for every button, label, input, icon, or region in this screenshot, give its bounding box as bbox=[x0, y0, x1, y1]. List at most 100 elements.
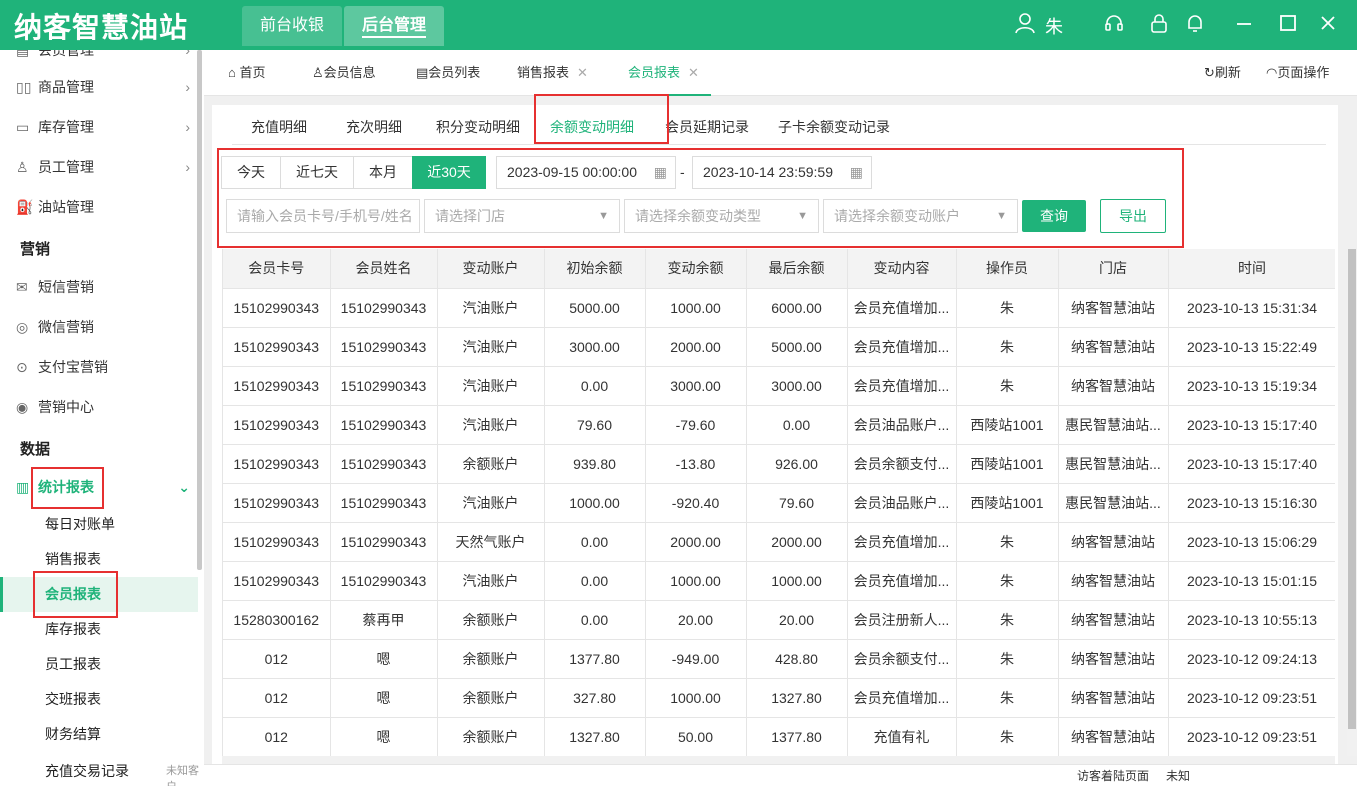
table-row[interactable]: 15280300162 蔡再甲 余额账户 0.00 20.00 20.00 会员注册新人..… bbox=[223, 600, 1335, 640]
table-vertical-scrollbar[interactable] bbox=[1347, 249, 1357, 756]
sidebar-sub-staff[interactable]: 员工报表 bbox=[0, 647, 198, 682]
table-row[interactable]: 15102990343 15102990343 汽油账户 5000.00 1000.00… bbox=[223, 288, 1335, 328]
table-cell: 3000.00 bbox=[645, 366, 747, 406]
table-row[interactable]: 012 嗯余额账户 327.80 1000.00 1327.80 会员充值增加... 朱纳客… bbox=[223, 678, 1335, 718]
sidebar-item-wechat[interactable]: ◎ 微信营销 bbox=[0, 307, 198, 347]
table-cell: 汽油账户 bbox=[437, 405, 545, 445]
sidebar-sub-shift[interactable]: 交班报表 bbox=[0, 682, 198, 717]
table-cell: 嗯 bbox=[330, 639, 438, 679]
sidebar-sub-daily[interactable]: 每日对账单 bbox=[0, 507, 198, 542]
chevron-right-icon: › bbox=[185, 119, 190, 135]
table-cell: 西陵站1001 bbox=[956, 483, 1059, 523]
page-tab-member-info[interactable]: ♙会员信息 bbox=[312, 50, 376, 96]
table-cell: 纳客智慧油站 bbox=[1058, 639, 1169, 679]
column-header: 变动余额 bbox=[645, 249, 747, 289]
table-cell: 朱 bbox=[956, 639, 1059, 679]
top-bar: 纳客智慧油站 前台收银 后台管理 朱 bbox=[0, 0, 1357, 50]
table-cell: 朱 bbox=[956, 717, 1059, 756]
headset-icon[interactable] bbox=[1103, 12, 1125, 39]
table-row[interactable]: 012 嗯余额账户 1327.80 50.00 1377.80 充值有礼朱纳客智慧油站 20… bbox=[223, 717, 1335, 756]
refresh-label: 刷新 bbox=[1214, 65, 1241, 80]
sidebar-item-station[interactable]: ⛽ 油站管理 bbox=[0, 187, 198, 227]
maximize-icon[interactable] bbox=[1278, 12, 1298, 39]
table-cell: 朱 bbox=[956, 366, 1059, 406]
table-cell: 012 bbox=[223, 678, 331, 718]
table-cell: 会员充值增加... bbox=[847, 288, 957, 328]
table-header-row: 会员卡号 会员姓名 变动账户 初始余额 变动余额 最后余额 变动内容 操作员 门店 时间 bbox=[223, 249, 1335, 289]
table-cell: 20.00 bbox=[645, 600, 747, 640]
highlight-member-report bbox=[33, 571, 118, 618]
table-cell: 会员油品账户... bbox=[847, 405, 957, 445]
table-cell: 汽油账户 bbox=[437, 288, 545, 328]
table-cell: 20.00 bbox=[746, 600, 848, 640]
page-tab-member-list[interactable]: ▤会员列表 bbox=[416, 50, 480, 96]
table-row[interactable]: 15102990343 15102990343 汽油账户 0.00 1000.00 100… bbox=[223, 561, 1335, 601]
table-cell: 2023-10-12 09:23:51 bbox=[1168, 678, 1335, 718]
sidebar-item-inventory[interactable]: ▭ 库存管理 › bbox=[0, 107, 198, 147]
table-row[interactable]: 15102990343 15102990343 汽油账户 0.00 3000.00 300… bbox=[223, 366, 1335, 406]
sidebar-item-goods[interactable]: ▯▯ 商品管理 › bbox=[0, 67, 198, 107]
page-ops-button[interactable]: ◠页面操作 bbox=[1266, 50, 1329, 96]
close-window-icon[interactable] bbox=[1318, 12, 1338, 39]
lock-icon[interactable] bbox=[1148, 12, 1170, 39]
table-cell: 5000.00 bbox=[544, 288, 646, 328]
subtab-times[interactable]: 充次明细 bbox=[346, 117, 402, 137]
table-row[interactable]: 15102990343 15102990343 余额账户 939.80 -13.80 92… bbox=[223, 444, 1335, 484]
sidebar-item-staff[interactable]: ♙ 员工管理 › bbox=[0, 147, 198, 187]
subtab-extension[interactable]: 会员延期记录 bbox=[665, 117, 749, 137]
sidebar-item-marketing-center[interactable]: ◉ 营销中心 bbox=[0, 387, 198, 427]
user-name[interactable]: 朱 bbox=[1045, 13, 1063, 39]
close-tab-icon[interactable]: ✕ bbox=[688, 65, 699, 80]
table-row[interactable]: 012 嗯余额账户 1377.80 -949.00 428.80 会员余额支付... 朱纳客… bbox=[223, 639, 1335, 679]
section-data: 数据 bbox=[20, 441, 51, 458]
table-cell: 汽油账户 bbox=[437, 561, 545, 601]
table-row[interactable]: 15102990343 15102990343 汽油账户 79.60 -79.60 0.0… bbox=[223, 405, 1335, 445]
table-row[interactable]: 15102990343 15102990343 天然气账户 0.00 2000.00 20… bbox=[223, 522, 1335, 562]
table-cell: 2023-10-13 15:06:29 bbox=[1168, 522, 1335, 562]
table-cell: 79.60 bbox=[544, 405, 646, 445]
sidebar-sub-finance[interactable]: 财务结算 bbox=[0, 717, 198, 752]
refresh-button[interactable]: ↻刷新 bbox=[1204, 50, 1241, 96]
table-cell: 2023-10-13 15:01:15 bbox=[1168, 561, 1335, 601]
subtab-points[interactable]: 积分变动明细 bbox=[436, 117, 520, 137]
subtab-subcard[interactable]: 子卡余额变动记录 bbox=[778, 117, 890, 137]
table-row[interactable]: 15102990343 15102990343 汽油账户 1000.00 -920.40… bbox=[223, 483, 1335, 523]
table-horizontal-scrollbar[interactable] bbox=[222, 756, 1335, 764]
close-tab-icon[interactable]: ✕ bbox=[577, 65, 588, 80]
table-cell: -13.80 bbox=[645, 444, 747, 484]
sidebar-item-alipay[interactable]: ⊙ 支付宝营销 bbox=[0, 347, 198, 387]
table-cell: 惠民智慧油站... bbox=[1058, 444, 1169, 484]
table-cell: 50.00 bbox=[645, 717, 747, 756]
table-row[interactable]: 15102990343 15102990343 汽油账户 3000.00 2000.00… bbox=[223, 327, 1335, 367]
table-cell: 会员注册新人... bbox=[847, 600, 957, 640]
tab-backend-admin-label: 后台管理 bbox=[362, 17, 427, 38]
page-tab-sales-report[interactable]: 销售报表 ✕ bbox=[517, 50, 588, 96]
page-tab-home[interactable]: ⌂ 首页 bbox=[228, 50, 266, 96]
bell-icon[interactable] bbox=[1184, 12, 1206, 39]
section-marketing: 营销 bbox=[20, 241, 51, 258]
table-cell: 0.00 bbox=[544, 366, 646, 406]
sidebar-scrollbar[interactable] bbox=[197, 50, 202, 570]
user-icon[interactable] bbox=[1014, 12, 1036, 39]
page-tabs: ⌂ 首页 ♙会员信息 ▤会员列表 销售报表 ✕ 会员报表 ✕ ↻刷新 ◠页面操作 bbox=[204, 50, 1357, 96]
tab-front-cashier[interactable]: 前台收银 bbox=[242, 6, 343, 46]
scroll-thumb[interactable] bbox=[1348, 249, 1356, 729]
table-cell: 15102990343 bbox=[330, 444, 438, 484]
table-cell: 西陵站1001 bbox=[956, 444, 1059, 484]
column-header: 会员卡号 bbox=[223, 249, 331, 289]
sidebar-item-sms[interactable]: ✉ 短信营销 bbox=[0, 267, 198, 307]
tab-backend-admin[interactable]: 后台管理 bbox=[344, 6, 445, 46]
footer-label: 访客着陆页面 bbox=[1077, 769, 1150, 783]
table-cell: 会员油品账户... bbox=[847, 483, 957, 523]
table-cell: 会员余额支付... bbox=[847, 444, 957, 484]
table-cell: 15102990343 bbox=[330, 522, 438, 562]
sidebar-item-label: 会员管理 bbox=[38, 50, 94, 58]
page-tab-member-report[interactable]: 会员报表 ✕ bbox=[616, 50, 711, 96]
alipay-icon: ⊙ bbox=[16, 359, 28, 375]
minimize-icon[interactable] bbox=[1234, 12, 1254, 39]
list-icon: ▤ bbox=[416, 65, 429, 80]
subtab-recharge[interactable]: 充值明细 bbox=[251, 117, 307, 137]
table-cell: -920.40 bbox=[645, 483, 747, 523]
sidebar-item-label: 商品管理 bbox=[38, 79, 94, 95]
table-cell: 2000.00 bbox=[645, 327, 747, 367]
